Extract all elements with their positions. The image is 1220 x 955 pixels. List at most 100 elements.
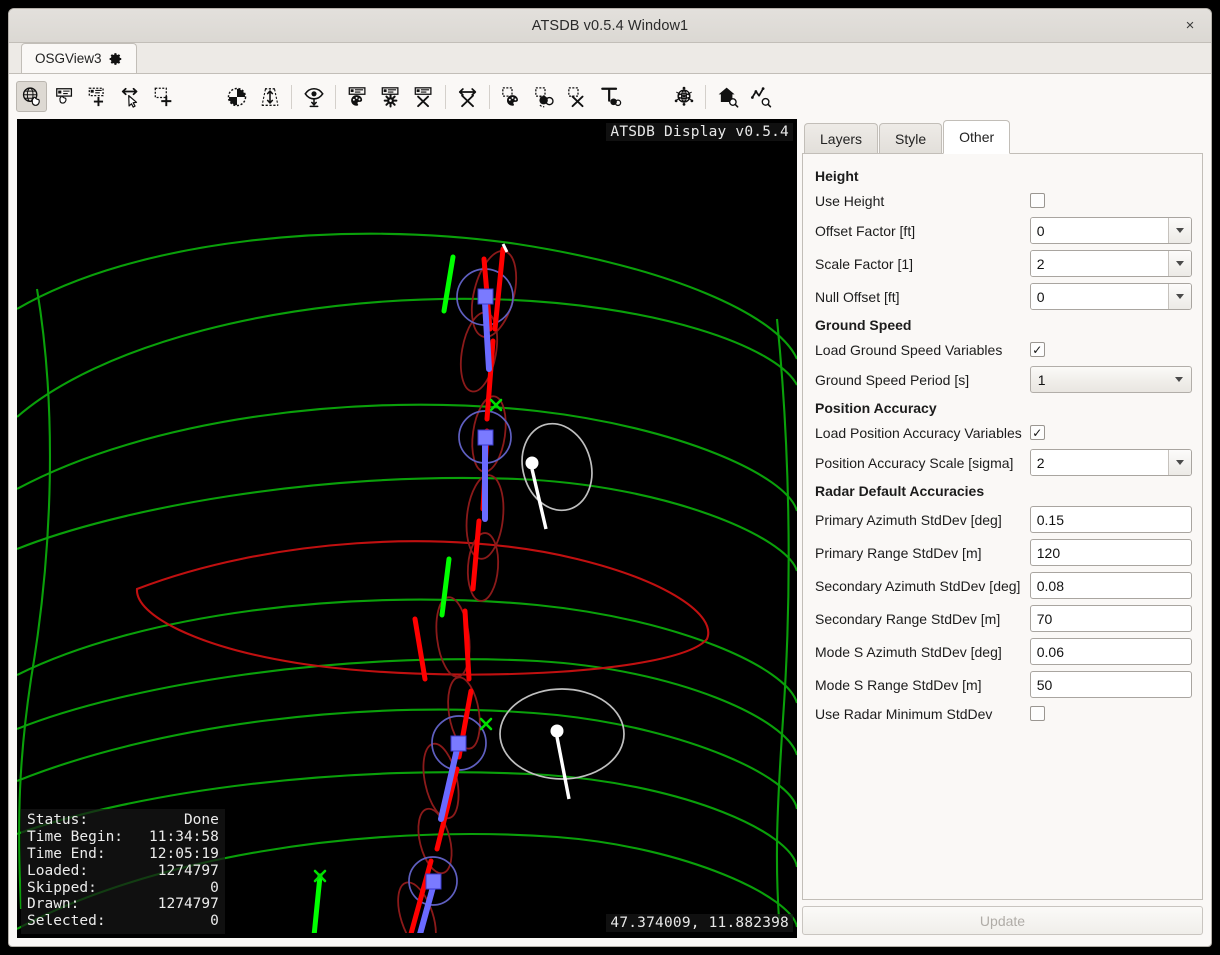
status-label-selected: Selected: (27, 913, 106, 930)
globe-axes-icon[interactable] (668, 81, 699, 112)
tab-layers[interactable]: Layers (804, 123, 879, 153)
input-mode-s-azimuth-stddev[interactable]: 0.06 (1029, 638, 1192, 665)
checkbox-load-position-accuracy-variables[interactable]: ✓ (1029, 425, 1045, 441)
document-tab-label: OSGView3 (35, 51, 102, 66)
combo-null-offset-value[interactable]: 0 (1030, 284, 1168, 309)
region-delete-icon[interactable] (562, 81, 593, 112)
select-item-hand-icon[interactable] (49, 81, 80, 112)
region-merge-icon[interactable] (529, 81, 560, 112)
status-row-time-end: Time End: 12:05:19 (27, 846, 219, 863)
combo-null-offset[interactable]: 0 (1029, 283, 1192, 310)
update-bar: Update (802, 900, 1203, 938)
label-load-ground-speed-variables: Load Ground Speed Variables (815, 342, 1003, 358)
selection-clear-icon[interactable] (452, 81, 483, 112)
field-mode-s-range-stddev: 50 (1029, 668, 1192, 701)
field-secondary-range-stddev: 70 (1029, 602, 1192, 635)
combo-scale-factor-value[interactable]: 2 (1030, 251, 1168, 276)
eye-down-icon[interactable] (298, 81, 329, 112)
section-ground-speed: Ground Speed (815, 317, 912, 333)
status-label-loaded: Loaded: (27, 862, 89, 879)
label-use-radar-minimum-stddev: Use Radar Minimum StdDev (815, 706, 993, 722)
panel-tab-bar: Layers Style Other (802, 119, 1203, 154)
status-value-drawn: 1274797 (157, 896, 219, 913)
field-ground-speed-period: 1 (1029, 363, 1192, 396)
layer-palette-icon[interactable] (342, 81, 373, 112)
render-coordinates-readout: 47.374009, 11.882398 (606, 914, 793, 932)
tab-style[interactable]: Style (879, 123, 943, 153)
add-region-icon[interactable] (148, 81, 179, 112)
title-bar: ATSDB v0.5.4 Window1 × (9, 9, 1211, 43)
gear-icon[interactable] (109, 52, 123, 66)
status-label-drawn: Drawn: (27, 896, 80, 913)
input-primary-azimuth-stddev[interactable]: 0.15 (1029, 506, 1192, 533)
time-pie-icon[interactable] (221, 81, 252, 112)
status-row-skipped: Skipped: 0 (27, 880, 219, 897)
field-load-ground-speed-variables: ✓ (1029, 338, 1192, 362)
input-secondary-azimuth-stddev[interactable]: 0.08 (1029, 572, 1192, 599)
label-use-height: Use Height (815, 193, 885, 209)
track-zoom-icon[interactable] (745, 81, 776, 112)
section-radar-default-accuracies: Radar Default Accuracies (815, 483, 985, 499)
add-item-icon[interactable] (82, 81, 113, 112)
update-button[interactable]: Update (802, 906, 1203, 935)
label-ground-speed-period: Ground Speed Period [s] (815, 371, 970, 388)
status-value-time-end: 12:05:19 (149, 846, 219, 863)
tab-other-label: Other (959, 129, 995, 145)
chevron-down-icon[interactable] (1168, 251, 1191, 276)
height-range-icon[interactable] (254, 81, 285, 112)
chevron-down-icon[interactable] (1168, 218, 1191, 243)
label-mode-s-azimuth-stddev: Mode S Azimuth StdDev [deg] (815, 643, 1002, 660)
status-row-selected: Selected: 0 (27, 913, 219, 930)
section-height: Height (815, 168, 859, 184)
resize-arrow-cursor-icon[interactable] (115, 81, 146, 112)
input-mode-s-range-stddev[interactable]: 50 (1029, 671, 1192, 698)
label-load-position-accuracy-variables: Load Position Accuracy Variables (815, 425, 1022, 441)
document-tab-osgview3[interactable]: OSGView3 (21, 43, 137, 73)
text-label-icon[interactable] (595, 81, 626, 112)
checkbox-use-radar-minimum-stddev[interactable] (1029, 706, 1045, 722)
home-zoom-icon[interactable] (712, 81, 743, 112)
other-settings-form: Height Use Height Offset Factor [ft] 0 S… (813, 164, 1192, 727)
field-offset-factor: 0 (1029, 214, 1192, 247)
status-row-time-begin: Time Begin: 11:34:58 (27, 829, 219, 846)
tab-page-other: Height Use Height Offset Factor [ft] 0 S… (802, 153, 1203, 900)
status-row-loaded: Loaded: 1274797 (27, 863, 219, 880)
combo-scale-factor[interactable]: 2 (1029, 250, 1192, 277)
label-secondary-range-stddev: Secondary Range StdDev [m] (815, 610, 1001, 627)
checkbox-use-height[interactable] (1029, 193, 1045, 209)
layer-delete-icon[interactable] (408, 81, 439, 112)
chevron-down-icon[interactable] (1168, 284, 1191, 309)
main-toolbar (9, 74, 1211, 119)
checkbox-load-ground-speed-variables[interactable]: ✓ (1029, 342, 1045, 358)
label-mode-s-range-stddev: Mode S Range StdDev [m] (815, 676, 982, 693)
field-scale-factor: 2 (1029, 247, 1192, 280)
globe-hand-icon[interactable] (16, 81, 47, 112)
tab-other[interactable]: Other (943, 120, 1011, 154)
combo-offset-factor-value[interactable]: 0 (1030, 218, 1168, 243)
osg-render-view[interactable]: ATSDB Display v0.5.4 47.374009, 11.88239… (17, 119, 797, 938)
combo-ground-speed-period[interactable]: 1 (1029, 366, 1192, 393)
layer-settings-icon[interactable] (375, 81, 406, 112)
field-mode-s-azimuth-stddev: 0.06 (1029, 635, 1192, 668)
status-row-drawn: Drawn: 1274797 (27, 896, 219, 913)
combo-position-accuracy-scale[interactable]: 2 (1029, 449, 1192, 476)
field-null-offset: 0 (1029, 280, 1192, 313)
region-palette-icon[interactable] (496, 81, 527, 112)
field-load-position-accuracy-variables: ✓ (1029, 421, 1192, 445)
label-primary-range-stddev: Primary Range StdDev [m] (815, 544, 982, 561)
status-label-status: Status: (27, 812, 89, 829)
status-row-status: Status: Done (27, 812, 219, 829)
close-icon[interactable]: × (1179, 15, 1201, 37)
main-body: ATSDB Display v0.5.4 47.374009, 11.88239… (9, 119, 1211, 946)
combo-position-accuracy-scale-value[interactable]: 2 (1030, 450, 1168, 475)
input-primary-range-stddev[interactable]: 120 (1029, 539, 1192, 566)
config-side-panel: Layers Style Other Height Use Height Off… (802, 119, 1203, 938)
status-value-loaded: 1274797 (157, 862, 219, 879)
status-label-time-begin: Time Begin: (27, 829, 124, 846)
combo-offset-factor[interactable]: 0 (1029, 217, 1192, 244)
field-secondary-azimuth-stddev: 0.08 (1029, 569, 1192, 602)
chevron-down-icon (1175, 377, 1183, 382)
chevron-down-icon[interactable] (1168, 450, 1191, 475)
label-scale-factor: Scale Factor [1] (815, 255, 914, 272)
input-secondary-range-stddev[interactable]: 70 (1029, 605, 1192, 632)
